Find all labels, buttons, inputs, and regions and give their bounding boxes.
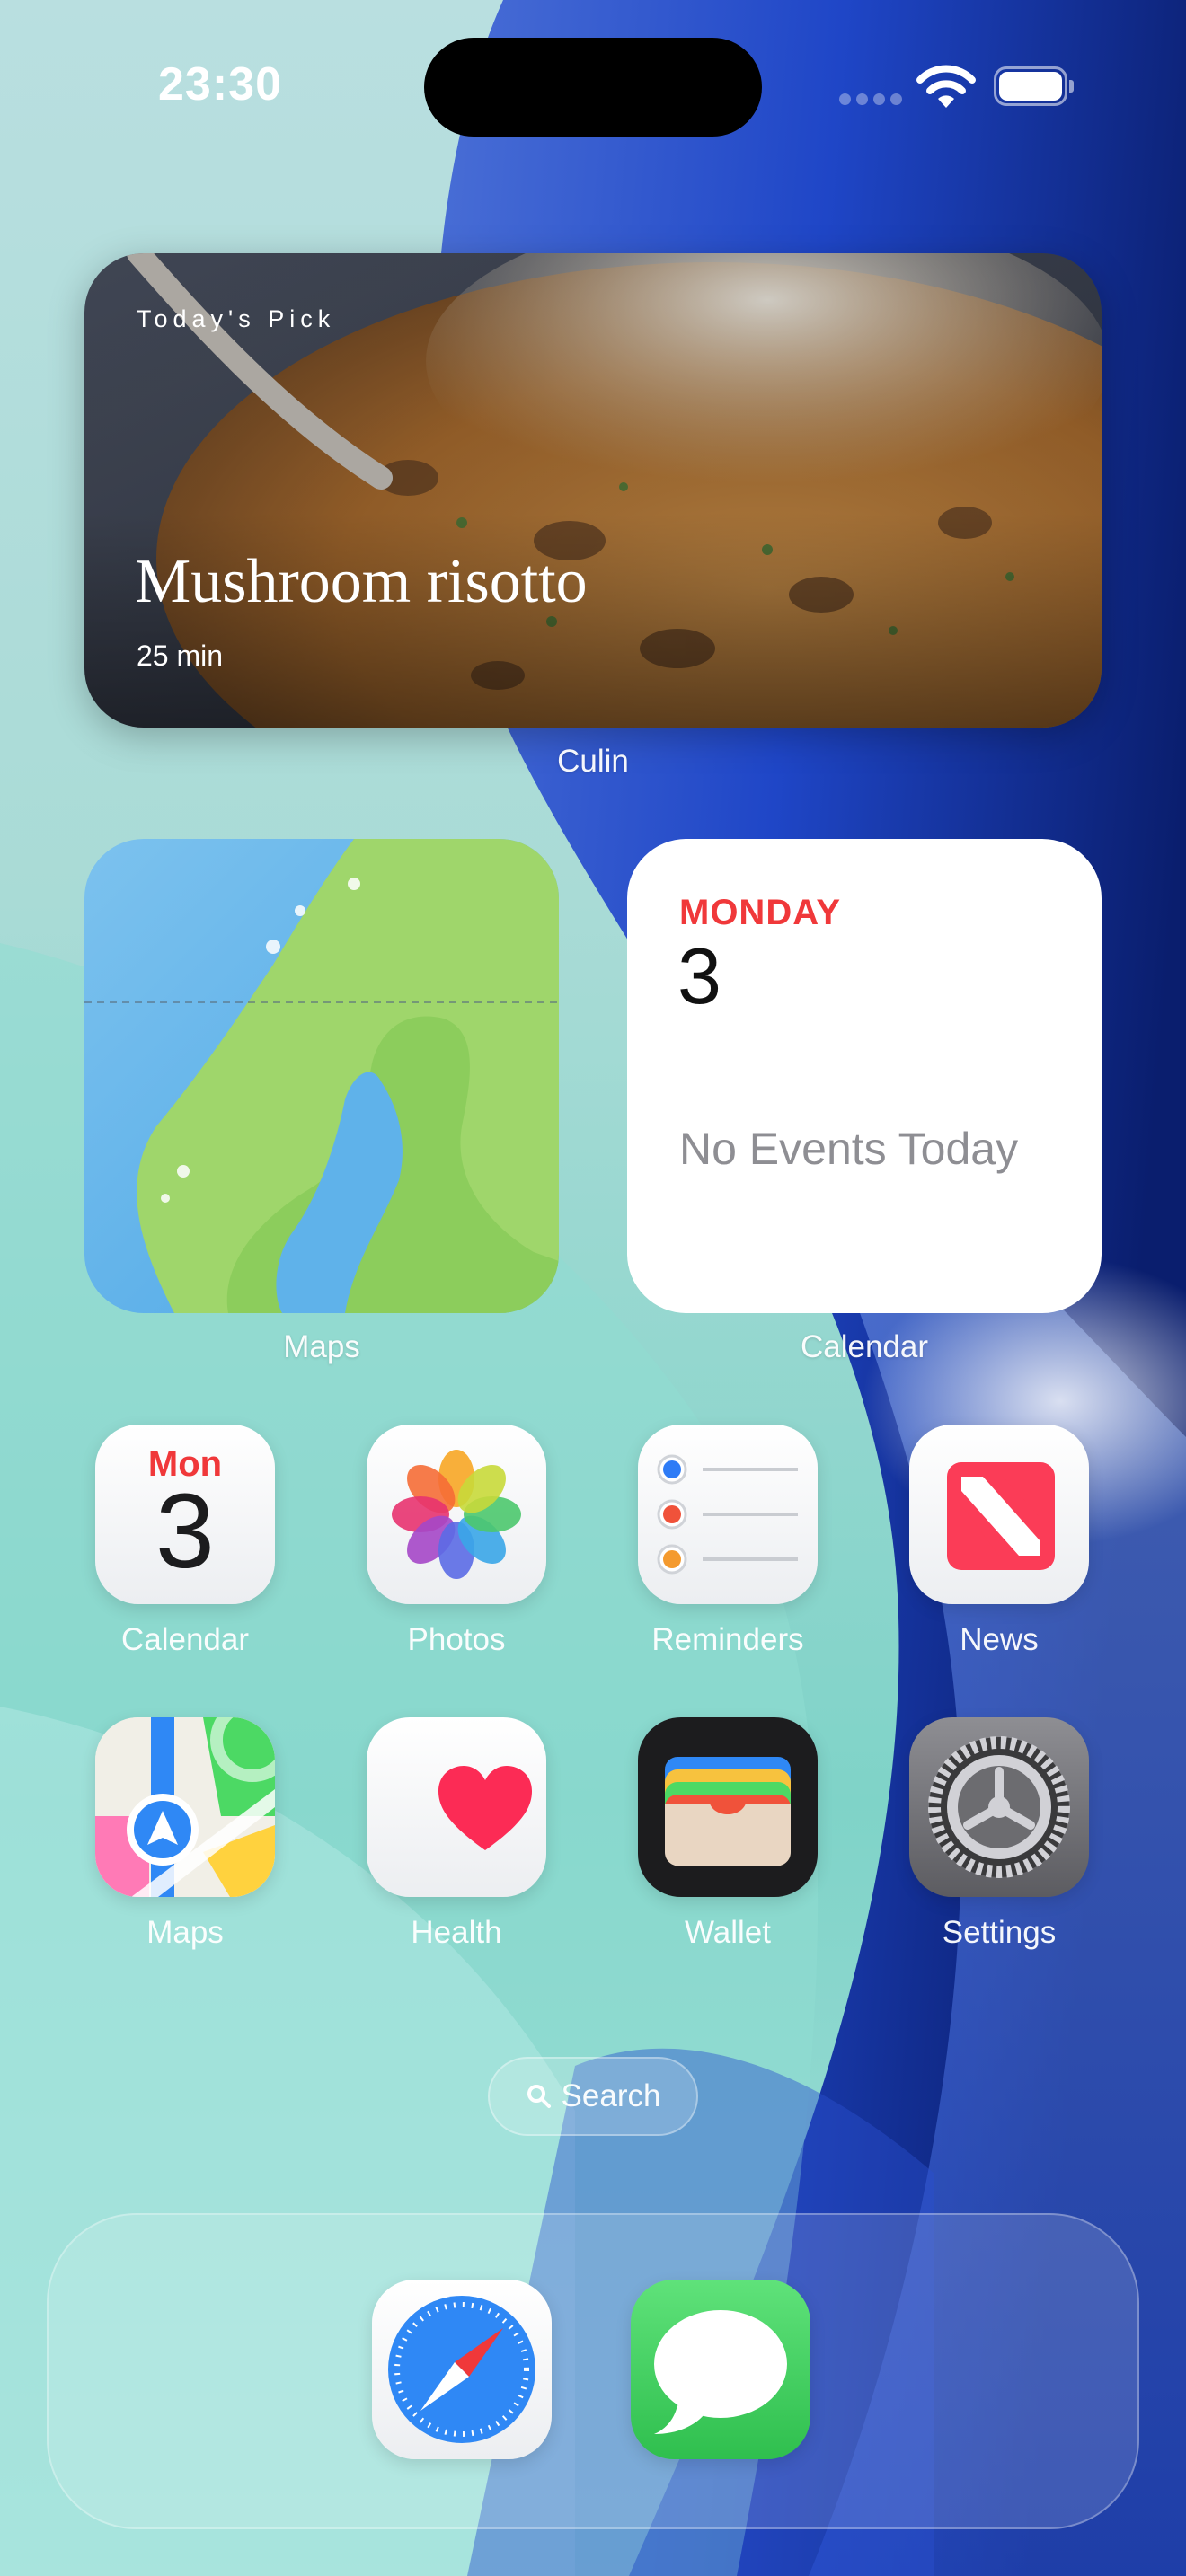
calendar-icon-day: 3 <box>155 1472 215 1591</box>
safari-icon <box>388 2296 535 2443</box>
photos-icon <box>392 1450 521 1579</box>
culin-recipe-duration: 25 min <box>137 640 224 672</box>
messages-icon <box>654 2310 787 2434</box>
settings-icon <box>928 1736 1070 1878</box>
culin-widget[interactable]: Today's Pick Mushroom risotto 25 min <box>84 253 1102 728</box>
reminders-icon <box>657 1454 798 1575</box>
culin-recipe-title: Mushroom risotto <box>135 547 588 616</box>
reminders-app-icon[interactable] <box>638 1425 818 1604</box>
app-label-photos: Photos <box>407 1622 506 1657</box>
app-label-health: Health <box>411 1915 502 1950</box>
maps-icon <box>95 1717 275 1897</box>
settings-app-icon[interactable] <box>909 1717 1089 1897</box>
wallet-app-icon[interactable] <box>638 1717 818 1897</box>
calendar-widget-label: Calendar <box>800 1329 929 1364</box>
maps-widget[interactable] <box>84 839 559 1313</box>
app-label-wallet: Wallet <box>685 1915 771 1950</box>
photos-app-icon[interactable] <box>367 1425 546 1604</box>
wallet-icon <box>665 1757 791 1866</box>
culin-widget-label: Culin <box>557 744 629 779</box>
cellular-signal-icon <box>839 93 902 105</box>
search-icon <box>527 2085 551 2108</box>
app-label-news: News <box>960 1622 1039 1657</box>
calendar-widget-empty-text: No Events Today <box>679 1124 1019 1174</box>
news-app-icon[interactable] <box>909 1425 1089 1604</box>
app-label-settings: Settings <box>942 1915 1057 1950</box>
safari-app-icon[interactable] <box>372 2280 552 2459</box>
calendar-widget[interactable]: MONDAY 3 No Events Today <box>627 839 1102 1313</box>
health-icon <box>438 1766 532 1850</box>
status-time: 23:30 <box>158 58 282 110</box>
app-label-reminders: Reminders <box>651 1622 804 1657</box>
calendar-widget-weekday: MONDAY <box>679 893 842 932</box>
app-label-maps: Maps <box>146 1915 224 1950</box>
messages-app-icon[interactable] <box>631 2280 810 2459</box>
home-search-button[interactable]: Search <box>488 2057 698 2136</box>
dock <box>47 2213 1139 2529</box>
wifi-icon <box>916 65 976 108</box>
calendar-app-icon[interactable]: Mon 3 <box>95 1425 275 1604</box>
calendar-widget-day: 3 <box>677 931 721 1020</box>
app-label-calendar: Calendar <box>120 1622 250 1657</box>
map-thumbnail <box>84 839 559 1313</box>
news-icon <box>947 1462 1055 1570</box>
maps-app-icon[interactable] <box>95 1717 275 1897</box>
culin-kicker: Today's Pick <box>137 305 336 332</box>
health-app-icon[interactable] <box>367 1717 546 1897</box>
dynamic-island <box>424 38 762 137</box>
battery-icon <box>994 66 1075 106</box>
search-label: Search <box>561 2078 661 2113</box>
maps-widget-label: Maps <box>283 1329 360 1364</box>
